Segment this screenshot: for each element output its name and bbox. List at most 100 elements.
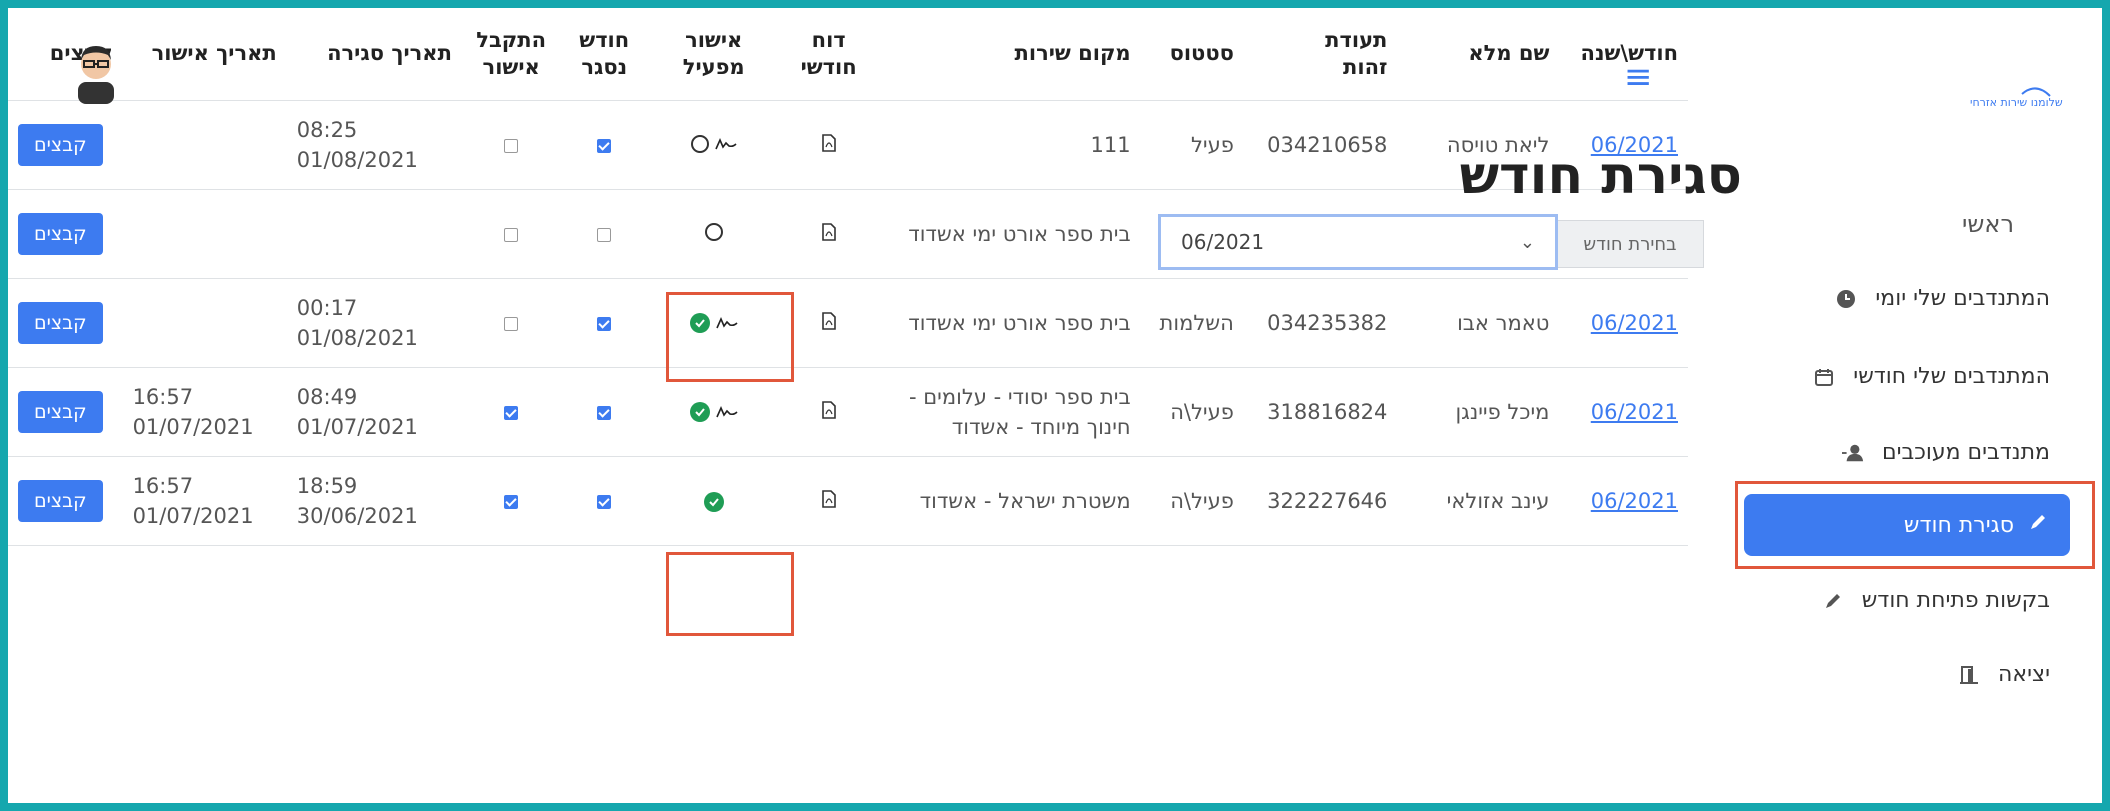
cell-approval-date: 16:57 01/07/2021	[122, 367, 287, 457]
cell-files: קבצים	[8, 100, 123, 190]
files-button[interactable]: קבצים	[18, 480, 103, 522]
month-link[interactable]: 06/2021	[1591, 400, 1678, 424]
cell-approval-date: 16:57 01/07/2021	[122, 456, 287, 546]
cell-received	[461, 456, 561, 546]
month-link[interactable]: 06/2021	[1591, 489, 1678, 513]
cell-report	[779, 278, 878, 368]
pdf-icon[interactable]	[821, 489, 837, 513]
door-exit-icon	[1958, 664, 1980, 686]
col-full-name: שם מלא	[1397, 8, 1560, 101]
cell-report	[779, 100, 878, 190]
close-time: 00:17	[296, 295, 358, 320]
received-checkbox[interactable]	[504, 138, 519, 153]
col-received-line1: התקבל	[476, 27, 547, 52]
table-row: 06/2021 עינב אזולאי 322227646 פעיל\ה משטרת י…	[8, 456, 1688, 546]
cell-location: משטרת ישראל - אשדוד	[877, 456, 1141, 546]
avatar[interactable]	[72, 40, 120, 104]
location: 111	[1090, 132, 1131, 157]
approve-date: 01/07/2021	[132, 415, 254, 439]
col-approval-date: תאריך אישור	[122, 8, 287, 101]
sidebar-item-month-close[interactable]: סגירת חודש	[1744, 494, 2070, 556]
cell-closed	[560, 189, 649, 279]
cell-status: פעיל\ה	[1140, 456, 1244, 546]
month-select[interactable]: 06/2021 ⌄	[1158, 214, 1558, 270]
sidebar-item-logout[interactable]: יציאה	[1958, 662, 2050, 687]
files-button[interactable]: קבצים	[18, 391, 103, 433]
cell-received	[461, 189, 561, 279]
sidebar-item-delayed[interactable]: מתנדבים מעוכבים	[1841, 440, 2050, 465]
sidebar-item-label: המתנדבים שלי יומי	[1875, 286, 2050, 311]
closed-checkbox[interactable]	[597, 494, 612, 509]
files-button[interactable]: קבצים	[18, 302, 103, 344]
closed-checkbox[interactable]	[597, 138, 612, 153]
col-id: תעודת זהות	[1243, 8, 1398, 101]
table-header-row: חודש\שנה שם מלא תעודת זהות סטטוס מקום שיר…	[8, 8, 1688, 101]
cell-closed	[560, 278, 649, 368]
user-minus-icon	[1841, 442, 1864, 464]
closed-checkbox[interactable]	[597, 227, 612, 242]
sidebar-item-label: מתנדבים מעוכבים	[1881, 440, 2050, 465]
close-date: 01/08/2021	[296, 148, 418, 172]
signature-icon	[715, 397, 738, 427]
col-received-line2: אישור	[482, 55, 540, 79]
received-checkbox[interactable]	[504, 494, 519, 509]
col-month-closed: חודש נסגר	[560, 8, 649, 101]
cell-close-date: 00:17 01/08/2021	[286, 278, 462, 368]
month-close-table: חודש\שנה שם מלא תעודת זהות סטטוס מקום שיר…	[8, 8, 1688, 546]
sidebar-item-monthly[interactable]: המתנדבים שלי חודשי	[1813, 364, 2050, 389]
cell-closed	[560, 100, 649, 190]
pen-icon	[2028, 512, 2048, 538]
month-link[interactable]: 06/2021	[1591, 311, 1678, 335]
pdf-icon[interactable]	[821, 311, 837, 335]
col-supervisor-line2: מפעיל	[682, 55, 745, 79]
cell-id: 322227646	[1243, 456, 1398, 546]
files-button[interactable]: קבצים	[18, 213, 103, 255]
cell-location: 111	[877, 100, 1141, 190]
closed-checkbox[interactable]	[597, 405, 612, 420]
location-line2: חינוך מיוחד - אשדוד	[951, 415, 1131, 439]
cell-location: בית ספר אורט ימי אשדוד	[877, 278, 1141, 368]
approve-time: 16:57	[132, 384, 194, 409]
cell-supervisor	[648, 456, 780, 546]
received-checkbox[interactable]	[504, 227, 519, 242]
closed-checkbox[interactable]	[597, 316, 612, 331]
pdf-icon[interactable]	[821, 133, 837, 157]
pdf-icon[interactable]	[821, 400, 837, 424]
page-title: סגירת חודש	[1459, 146, 1742, 206]
cell-files: קבצים	[8, 278, 123, 368]
cell-name: טאמר אבו	[1397, 278, 1560, 368]
pen-icon	[1822, 590, 1844, 612]
close-date: 30/06/2021	[296, 504, 418, 528]
received-checkbox[interactable]	[504, 316, 519, 331]
header-highlight	[666, 292, 794, 382]
cell-close-date	[286, 189, 462, 279]
close-time: 08:25	[296, 117, 358, 142]
received-checkbox[interactable]	[504, 405, 519, 420]
hamburger-icon[interactable]: ≡	[1624, 60, 1653, 94]
sidebar-item-daily[interactable]: המתנדבים שלי יומי	[1835, 286, 2050, 311]
sidebar-item-label: סגירת חודש	[1903, 512, 2014, 538]
supervisor-approval	[690, 129, 737, 159]
files-button[interactable]: קבצים	[18, 124, 103, 166]
supervisor-approval	[704, 222, 723, 241]
cell-month: 06/2021	[1559, 456, 1688, 546]
month-select-label: בחירת חודש	[1556, 220, 1704, 268]
sidebar-item-label: יציאה	[1998, 662, 2050, 687]
cell-files: קבצים	[8, 367, 123, 457]
pdf-icon[interactable]	[821, 222, 837, 246]
cell-approval-date	[122, 189, 287, 279]
sidebar-item-home[interactable]: ראשי	[1962, 210, 2014, 238]
location: בית ספר אורט ימי אשדוד	[908, 221, 1131, 246]
table-row: 06/2021 מיכל פיינגן 318816824 פעיל\ה בית ספר…	[8, 367, 1688, 457]
cell-report	[779, 189, 878, 279]
cell-files: קבצים	[8, 456, 123, 546]
cell-approval-date	[122, 278, 287, 368]
col-supervisor-approval: אישור מפעיל	[648, 8, 780, 101]
month-select-value: 06/2021	[1181, 230, 1265, 254]
cell-report	[779, 367, 878, 457]
sidebar-item-open-requests[interactable]: בקשות פתיחת חודש	[1822, 588, 2050, 613]
cell-closed	[560, 367, 649, 457]
col-supervisor-line1: אישור	[685, 27, 743, 52]
cell-id: 318816824	[1243, 367, 1398, 457]
col-close-date: תאריך סגירה	[286, 8, 462, 101]
